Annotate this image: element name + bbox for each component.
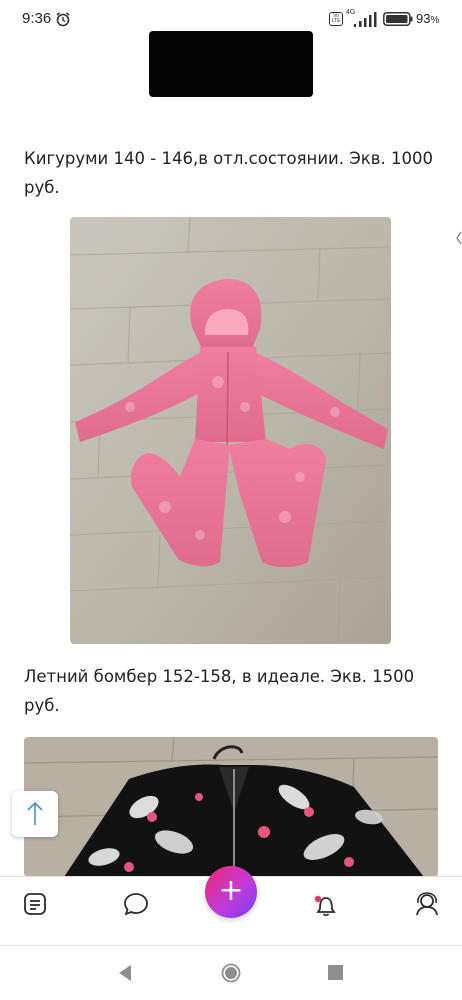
redacted-image[interactable] (149, 31, 313, 97)
battery-icon (383, 12, 413, 26)
home-circle-icon[interactable] (221, 963, 241, 983)
back-triangle-icon[interactable] (116, 963, 134, 983)
post-photo-bomber[interactable] (24, 737, 438, 877)
chat-bubble-icon[interactable] (123, 891, 149, 917)
notification-dot (314, 895, 322, 903)
post-caption: Летний бомбер 152-158, в идеале. Экв. 15… (24, 667, 415, 715)
volte-label: Vo LTE (331, 13, 341, 24)
battery-value: 93 (416, 11, 431, 26)
bomber-photo-illustration (24, 737, 438, 877)
status-time: 9:36 (22, 10, 52, 27)
battery-percent: 93% (416, 11, 439, 26)
plus-icon: + (218, 873, 244, 908)
side-handle-icon[interactable] (456, 231, 462, 245)
recents-square-icon[interactable] (328, 965, 343, 980)
alarm-icon (56, 12, 70, 27)
scroll-to-top-button[interactable] (12, 791, 58, 837)
system-navigation-bar (0, 947, 462, 1000)
compose-button[interactable]: + (205, 866, 257, 918)
bell-icon[interactable] (312, 891, 338, 917)
post-photo-kigurumi[interactable] (70, 217, 391, 644)
arrow-up-icon (27, 801, 43, 825)
newsfeed-icon[interactable] (22, 891, 48, 917)
kigurumi-photo-illustration (70, 217, 391, 644)
friends-icon[interactable] (414, 891, 440, 917)
battery-percent-sign: % (430, 15, 440, 26)
signal-icon (354, 12, 377, 27)
post-caption: Кигуруми 140 - 146,в отл.состоянии. Экв.… (24, 149, 433, 197)
volte-icon: Vo LTE (329, 12, 343, 26)
